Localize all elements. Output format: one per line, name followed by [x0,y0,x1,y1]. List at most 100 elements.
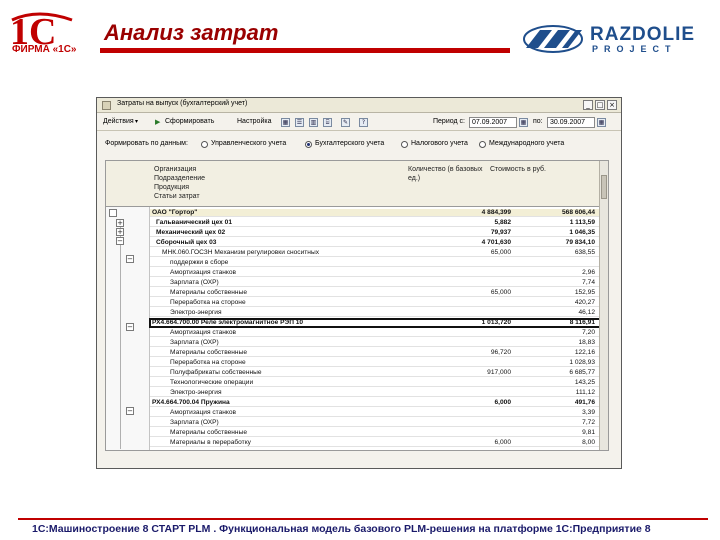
structure-icon[interactable]: ⌸ [323,118,332,127]
tree-collapse-root-icon[interactable] [109,209,117,217]
header-department: Подразделение [154,175,206,182]
row-name: ОАО "Гортор" [152,209,198,216]
row-cost: 1 046,35 [569,229,595,236]
table-row[interactable]: Технологические операции 143,25 [150,379,601,388]
edit-icon[interactable]: ✎ [341,118,350,127]
form-by-group: Формировать по данным: Управленческого у… [97,138,621,152]
period-from-field[interactable]: 07.09.2007 [469,117,517,128]
tree-expand-galvanic-icon[interactable]: + [116,219,124,227]
row-cost: 8,00 [582,439,595,446]
report-window: Затраты на выпуск (бухгалтерский учет) _… [96,97,622,469]
table-row[interactable]: поддержки в сборе [150,259,601,268]
radio-accounting-label[interactable]: Бухгалтерского учета [315,140,384,147]
actions-menu[interactable]: Действия [103,118,134,125]
vertical-scrollbar[interactable] [599,161,608,450]
table-row[interactable]: Зарплата (ОХР) 18,83 [150,339,601,348]
table-row[interactable]: Зарплата (ОХР) 7,74 [150,279,601,288]
row-cost: 7,72 [582,419,595,426]
razdolie-mark-icon [523,25,583,53]
row-cost: 638,55 [574,249,595,256]
table-icon[interactable]: ▥ [309,118,318,127]
row-quantity: 4 701,630 [481,239,511,246]
tree-expand-mechanical-icon[interactable]: + [116,228,124,236]
row-name: Материалы в переработку [170,439,251,446]
close-button[interactable]: × [607,100,617,110]
play-icon[interactable]: ▶ [155,118,160,126]
tree-collapse-relay-icon[interactable]: − [126,323,134,331]
period-to-field[interactable]: 30.09.2007 [547,117,595,128]
header-quantity: Количество (в базовых ед.) [408,166,483,182]
table-row[interactable]: Сборочный цех 03 4 701,630 79 834,10 [150,239,601,248]
table-row[interactable]: Переработка на стороне 420,27 [150,299,601,308]
settings-button[interactable]: Настройка [237,118,271,125]
row-name: Амортизация станков [170,269,237,276]
calendar-to-icon[interactable]: ▦ [597,118,606,127]
row-quantity: 6,000 [494,439,511,446]
table-row[interactable]: Амортизация станков 7,20 [150,329,601,338]
table-row[interactable]: Материалы в переработку 6,000 8,00 [150,439,601,448]
grid-view-icon[interactable]: ▦ [281,118,290,127]
row-quantity: 79,937 [490,229,511,236]
radio-tax[interactable] [401,141,408,148]
list-icon[interactable]: ☰ [295,118,304,127]
radio-management[interactable] [201,141,208,148]
row-name: Амортизация станков [170,409,237,416]
row-name: Гальванический цех 01 [156,219,233,226]
maximize-button[interactable]: □ [595,100,605,110]
table-row[interactable]: Полуфабрикаты собственные 917,000 6 685,77 [150,369,601,378]
radio-accounting[interactable] [305,141,312,148]
row-cost: 9,81 [582,429,595,436]
row-name: Электро-энергия [170,389,222,396]
scrollbar-thumb[interactable] [601,175,607,199]
table-row[interactable]: Электро-энергия 111,12 [150,389,601,398]
row-cost: 7,20 [582,329,595,336]
table-row[interactable]: РХ4.664.700.00 Реле электромагнитное РЭП… [149,317,602,329]
row-name: Зарплата (ОХР) [170,339,219,346]
header-product: Продукция [154,184,190,191]
tree-collapse-spring-icon[interactable]: − [126,407,134,415]
row-quantity: 6,000 [494,399,511,406]
table-row[interactable]: Переработка на стороне 1 028,93 [150,359,601,368]
table-row[interactable]: Зарплата (ОХР) 7,72 [150,419,601,428]
table-row[interactable]: Гальванический цех 01 5,882 1 113,59 [150,219,601,228]
row-cost: 18,83 [578,339,595,346]
table-row[interactable]: Электро-энергия 46,12 [150,309,601,318]
table-row[interactable]: РХ4.664.700.04 Пружина 6,000 491,76 [150,399,601,408]
razdolie-subtitle: PROJECT [592,44,677,54]
table-row[interactable]: Материалы собственные 96,720 122,16 [150,349,601,358]
row-cost: 568 606,44 [561,209,595,216]
row-cost: 111,12 [575,389,595,396]
help-icon[interactable]: ? [359,118,368,127]
row-cost: 3,39 [582,409,595,416]
row-name: Электро-энергия [170,309,222,316]
actions-chevron-down-icon[interactable]: ▾ [135,118,138,125]
generate-button[interactable]: Сформировать [165,118,214,125]
row-name: Материалы собственные [170,429,247,436]
row-name: Сборочный цех 03 [156,239,217,246]
minimize-button[interactable]: _ [583,100,593,110]
table-row[interactable]: ОАО "Гортор" 4 884,399 568 606,44 [150,209,601,218]
table-row[interactable]: Амортизация станков 3,39 [150,409,601,418]
window-titlebar[interactable]: Затраты на выпуск (бухгалтерский учет) _… [97,98,621,113]
radio-management-label[interactable]: Управленческого учета [211,140,286,147]
table-row[interactable]: Материалы собственные 65,000 152,95 [150,289,601,298]
calendar-from-icon[interactable]: ▦ [519,118,528,127]
row-name: РХ4.664.700.00 Реле электромагнитное РЭП… [152,319,304,326]
grid-header: Организация Подразделение Продукция Стат… [106,161,608,207]
row-cost: 1 028,93 [569,359,595,366]
table-row[interactable]: Амортизация станков 2,96 [150,269,601,278]
row-name: Полуфабрикаты собственные [170,369,262,376]
row-name: поддержки в сборе [170,259,229,266]
radio-tax-label[interactable]: Налогового учета [411,140,468,147]
table-row[interactable]: МНК.060.ГОСЗН Механизм регулировки сноси… [150,249,601,258]
row-name: Переработка на стороне [170,359,246,366]
tree-collapse-assembly-icon[interactable]: − [116,237,124,245]
tree-collapse-mechanism-icon[interactable]: − [126,255,134,263]
radio-international[interactable] [479,141,486,148]
row-name: Зарплата (ОХР) [170,279,219,286]
radio-international-label[interactable]: Международного учета [489,140,564,147]
header-organization: Организация [154,166,197,173]
table-row[interactable]: Материалы собственные 9,81 [150,429,601,438]
slide-footer: 1С:Машиностроение 8 СТАРТ PLM . Функцион… [0,516,720,540]
table-row[interactable]: Механический цех 02 79,937 1 046,35 [150,229,601,238]
